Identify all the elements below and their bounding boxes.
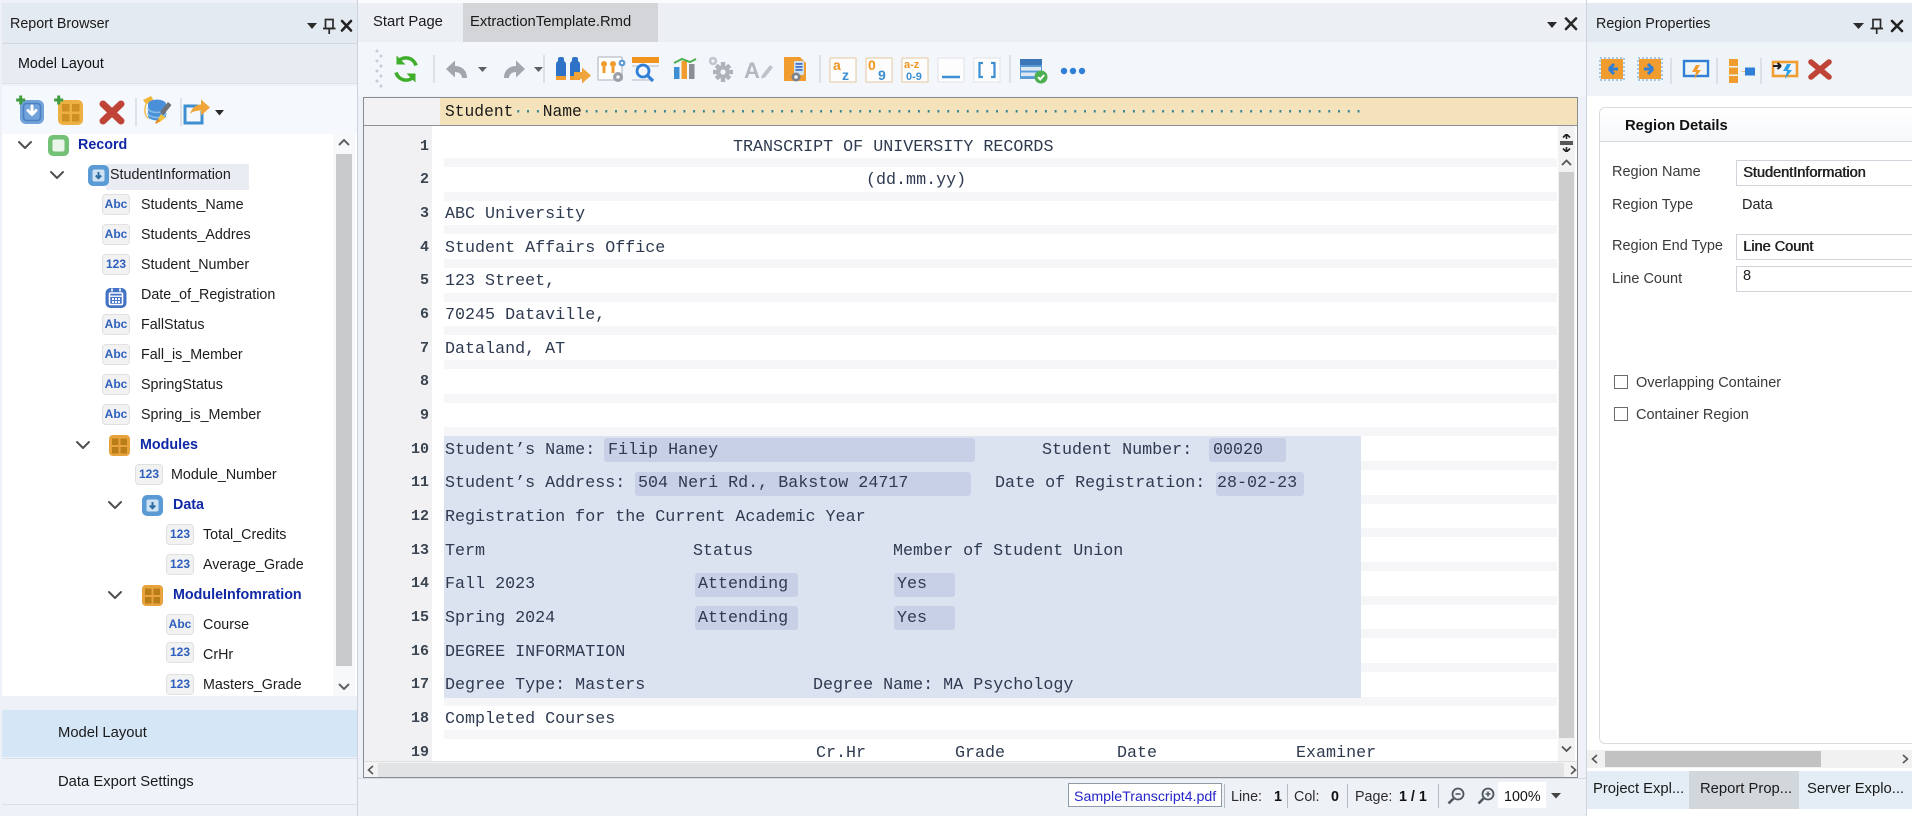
svg-text:z: z <box>842 67 849 83</box>
svg-text:a: a <box>833 57 841 73</box>
svg-text:0: 0 <box>868 57 876 73</box>
svg-text:a-z: a-z <box>904 59 920 71</box>
svg-text:A: A <box>744 58 760 83</box>
svg-text:0-9: 0-9 <box>906 71 922 83</box>
svg-text:9: 9 <box>878 67 886 83</box>
